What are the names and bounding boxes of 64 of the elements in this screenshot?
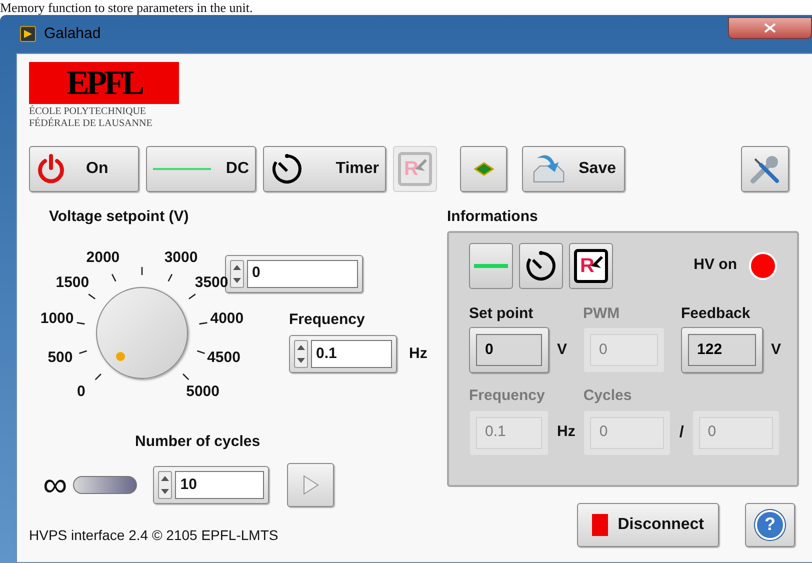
line-icon: [153, 167, 211, 171]
cycles-label: Number of cycles: [135, 432, 262, 452]
wrench-screwdriver-icon: [749, 153, 781, 185]
dial-label: 0: [76, 384, 86, 399]
infinity-symbol: ∞: [43, 468, 68, 502]
voltage-label: Voltage setpoint (V): [49, 207, 190, 227]
tools-button[interactable]: [741, 146, 789, 192]
save-button[interactable]: Save: [522, 146, 625, 192]
field-label: Cycles: [583, 386, 633, 406]
unit-label: V: [557, 340, 568, 360]
spinner-arrows-icon[interactable]: [230, 260, 244, 288]
document-text: Memory function to store parameters in the unit.: [0, 0, 254, 15]
informations-label: Informations: [447, 207, 539, 227]
app-icon: [20, 26, 36, 42]
spinner-arrows-icon[interactable]: [158, 471, 172, 499]
stop-icon: [592, 514, 608, 536]
stopwatch-icon: [524, 248, 558, 282]
readout-field: 0.1: [469, 410, 549, 456]
readout-field: 122: [681, 327, 764, 373]
dial-label: 3000: [163, 250, 199, 265]
dial-label: 1000: [39, 311, 75, 326]
readout-field: 0: [692, 410, 780, 456]
record-icon: R: [574, 248, 608, 282]
unit-label: Hz: [409, 344, 428, 364]
dc-button[interactable]: DC: [146, 146, 256, 192]
stopwatch-icon: [270, 152, 304, 186]
knob-pointer: [116, 352, 125, 361]
on-button[interactable]: On: [29, 146, 139, 192]
dial-label: 1500: [54, 275, 90, 290]
dial-label: 500: [46, 350, 74, 366]
frequency-label: Frequency: [289, 310, 366, 330]
dial-label: 5000: [185, 384, 220, 399]
window-title: Galahad: [44, 24, 101, 44]
field-label: Set point: [469, 304, 534, 324]
help-button[interactable]: ?: [745, 502, 795, 546]
hv-label: HV on: [694, 255, 737, 276]
chip-icon: [472, 162, 494, 176]
field-label: Frequency: [469, 386, 546, 406]
separator: /: [679, 422, 684, 442]
spinner-arrows-icon[interactable]: [294, 340, 308, 368]
voltage-knob[interactable]: [96, 286, 188, 378]
readout-field: 0: [583, 410, 672, 456]
close-icon: [764, 23, 776, 33]
unit-label: Hz: [557, 422, 576, 442]
play-button[interactable]: [287, 463, 334, 507]
timer-button[interactable]: Timer: [263, 146, 386, 192]
chip-button[interactable]: [460, 146, 507, 192]
readout-field: 0: [583, 327, 666, 373]
readout-field: 0: [469, 327, 549, 373]
numeric-field[interactable]: 0.1: [289, 335, 397, 373]
disconnect-button[interactable]: Disconnect: [577, 502, 719, 546]
record-icon: R: [398, 152, 432, 186]
close-button[interactable]: [728, 17, 812, 39]
play-icon: [302, 475, 319, 495]
dial-label: 4500: [206, 350, 242, 366]
field-label: Feedback: [681, 304, 752, 324]
field-label: PWM: [583, 304, 621, 324]
power-icon: [36, 154, 66, 184]
dial-label: 2000: [85, 250, 121, 265]
infinite-toggle[interactable]: [73, 476, 138, 494]
unit-label: V: [771, 340, 782, 360]
footer-text: HVPS interface 2.4 © 2105 EPFL-LMTS: [29, 526, 280, 545]
numeric-field[interactable]: 10: [153, 466, 270, 504]
dial-label: 4000: [209, 311, 245, 326]
